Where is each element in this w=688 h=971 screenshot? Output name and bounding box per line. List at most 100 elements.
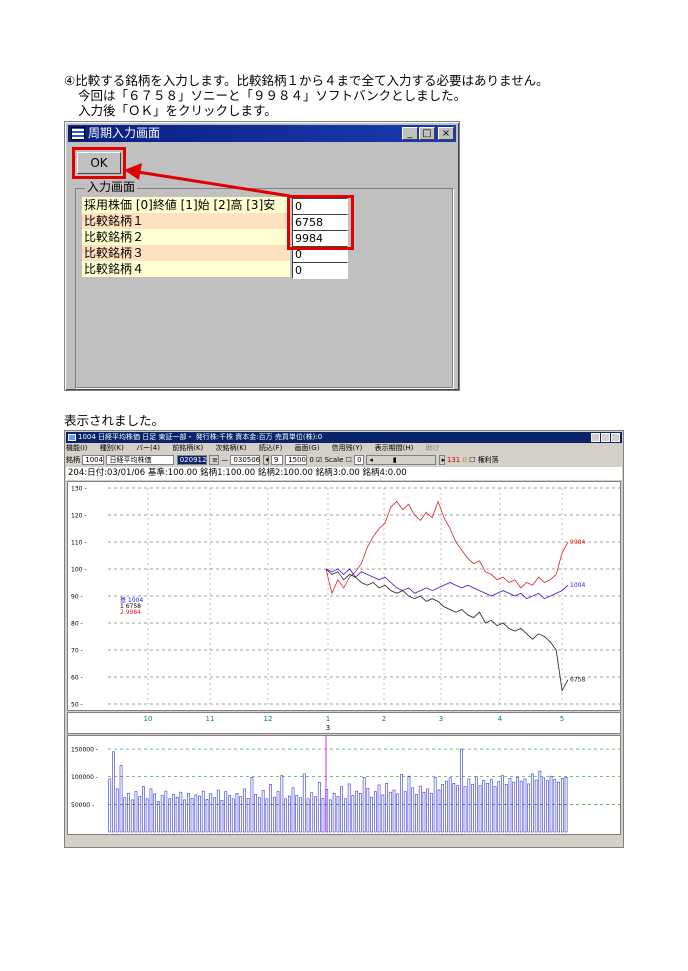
- menu-next-stock[interactable]: 次銘柄(K): [216, 444, 247, 452]
- scale-label: Scale: [324, 456, 344, 464]
- param-a-input[interactable]: 9: [270, 455, 283, 465]
- volume-bar: [224, 791, 228, 833]
- x-tick-label: 5: [560, 715, 564, 723]
- volume-bar: [478, 785, 482, 833]
- menu-load[interactable]: 読込(F): [259, 444, 283, 452]
- stock-label: 銘柄: [66, 456, 80, 464]
- volume-bar: [523, 778, 527, 833]
- stock-name-field: 日経平均株価: [106, 455, 175, 465]
- volume-bar: [452, 782, 456, 833]
- volume-bar: [306, 798, 310, 833]
- series-end-label-9984: 9984: [570, 539, 585, 546]
- volume-bar: [295, 795, 299, 833]
- volume-bar: [340, 786, 344, 833]
- chart-app-icon: [68, 434, 76, 441]
- volume-bar: [228, 795, 231, 833]
- chart-menubar: 機能(I) 種別(K) バー(4) 前銘柄(K) 次銘柄(K) 読込(F) 画面…: [66, 443, 622, 454]
- volume-bar: [164, 790, 168, 833]
- volume-bar: [179, 791, 183, 833]
- volume-bar: [355, 790, 359, 833]
- rights-checkbox-icon[interactable]: ☐: [469, 456, 475, 464]
- volume-bar: [493, 786, 497, 833]
- y-tick-label: 130 -: [71, 486, 87, 493]
- volume-bar: [497, 781, 501, 833]
- volume-bar: [332, 792, 336, 833]
- scale-value-input[interactable]: 0: [354, 455, 365, 465]
- volume-bar: [456, 785, 460, 833]
- volume-bar: [123, 797, 127, 833]
- volume-bar: [486, 782, 489, 833]
- chart-maximize-button[interactable]: [601, 433, 610, 442]
- volume-bar: [381, 794, 385, 833]
- y-tick-label: 120 -: [71, 513, 87, 520]
- menu-help[interactable]: 助け: [426, 444, 440, 452]
- volume-bar: [302, 773, 306, 833]
- date-to-input[interactable]: 030506: [230, 455, 261, 465]
- volume-bar: [560, 778, 564, 833]
- volume-bar: [261, 790, 265, 833]
- date-from-input[interactable]: 020912: [176, 455, 207, 465]
- volume-bar: [351, 795, 355, 833]
- param-b-input[interactable]: 1500: [285, 455, 308, 465]
- volume-bar: [392, 789, 396, 833]
- result-caption: 表示されました。: [64, 413, 165, 428]
- menu-prev-stock[interactable]: 前銘柄(K): [172, 444, 203, 452]
- volume-bar: [444, 780, 448, 833]
- menu-function[interactable]: 機能(I): [66, 444, 88, 452]
- volume-bar: [437, 789, 441, 833]
- x-axis-svg: 10 11 12 1 2 3 4 53: [144, 715, 565, 732]
- slider-right-arrow[interactable]: ▸: [438, 455, 445, 465]
- counter-value-2: 0: [462, 456, 467, 464]
- volume-bar: [153, 793, 156, 833]
- volume-bar: [194, 794, 198, 833]
- menu-type[interactable]: 種別(K): [100, 444, 124, 452]
- volume-bar: [508, 778, 512, 833]
- volume-bar: [321, 797, 325, 833]
- chart-title: 1004 日経平均株価 日足 東証一部・ 発行株:千株 資本金:百万 売買単位(…: [78, 433, 323, 441]
- menu-screen[interactable]: 画面(G): [295, 444, 320, 452]
- volume-bar: [358, 792, 362, 833]
- date-spinner[interactable]: ≡: [208, 455, 219, 465]
- volume-bar: [385, 782, 388, 833]
- volume-tick-label: 50000 -: [71, 802, 94, 809]
- period-slider[interactable]: ◂ ▮: [366, 455, 437, 465]
- y-tick-label: 50 -: [71, 702, 83, 709]
- volume-chart-svg: 50000 - 100000 - 150000 -: [71, 736, 620, 833]
- volume-bar: [142, 786, 145, 833]
- volume-bar: [336, 796, 340, 833]
- x-tick-label: 1: [326, 715, 330, 723]
- volume-bar: [258, 797, 261, 833]
- volume-bar: [190, 797, 194, 833]
- menu-margin[interactable]: 信用残(Y): [332, 444, 363, 452]
- x-tick-label: 3: [439, 715, 443, 723]
- scale-checkbox-icon[interactable]: ☑: [316, 456, 322, 464]
- volume-bar: [370, 796, 373, 833]
- menu-bar[interactable]: バー(4): [136, 444, 160, 452]
- volume-bar: [501, 775, 504, 833]
- volume-bar: [299, 797, 302, 833]
- x-tick-label: 4: [498, 715, 503, 723]
- scale-option-checkbox-icon[interactable]: ☐: [346, 456, 352, 464]
- line-chart-svg: 50 - 60 - 70 - 80 - 90 - 100 - 110 - 120 - 130 -…: [71, 486, 620, 709]
- volume-bar: [418, 785, 422, 833]
- volume-bar: [254, 794, 258, 833]
- y-tick-label: 90 -: [71, 594, 83, 601]
- volume-bar: [441, 784, 445, 833]
- chart-titlebar[interactable]: 1004 日経平均株価 日足 東証一部・ 発行株:千株 資本金:百万 売買単位(…: [66, 432, 622, 443]
- rights-label: 権利落: [477, 456, 499, 464]
- y-tick-label: 100 -: [71, 567, 87, 574]
- menu-display-period[interactable]: 表示期間(H): [375, 444, 414, 452]
- series-end-label-6758: 6758: [570, 677, 585, 684]
- stock-code-input[interactable]: 1004: [82, 455, 105, 465]
- volume-bar: [482, 780, 486, 833]
- date-to-dropdown[interactable]: ▾: [262, 455, 269, 465]
- volume-bar: [362, 776, 366, 833]
- chart-minimize-button[interactable]: [591, 433, 600, 442]
- chart-close-button[interactable]: [611, 433, 620, 442]
- volume-bar: [168, 798, 171, 833]
- volume-bar: [403, 791, 407, 833]
- series-line-1004: [325, 568, 569, 600]
- x-tick-label: 10: [144, 715, 153, 723]
- volume-bar: [504, 784, 508, 833]
- volume-bar: [463, 786, 467, 833]
